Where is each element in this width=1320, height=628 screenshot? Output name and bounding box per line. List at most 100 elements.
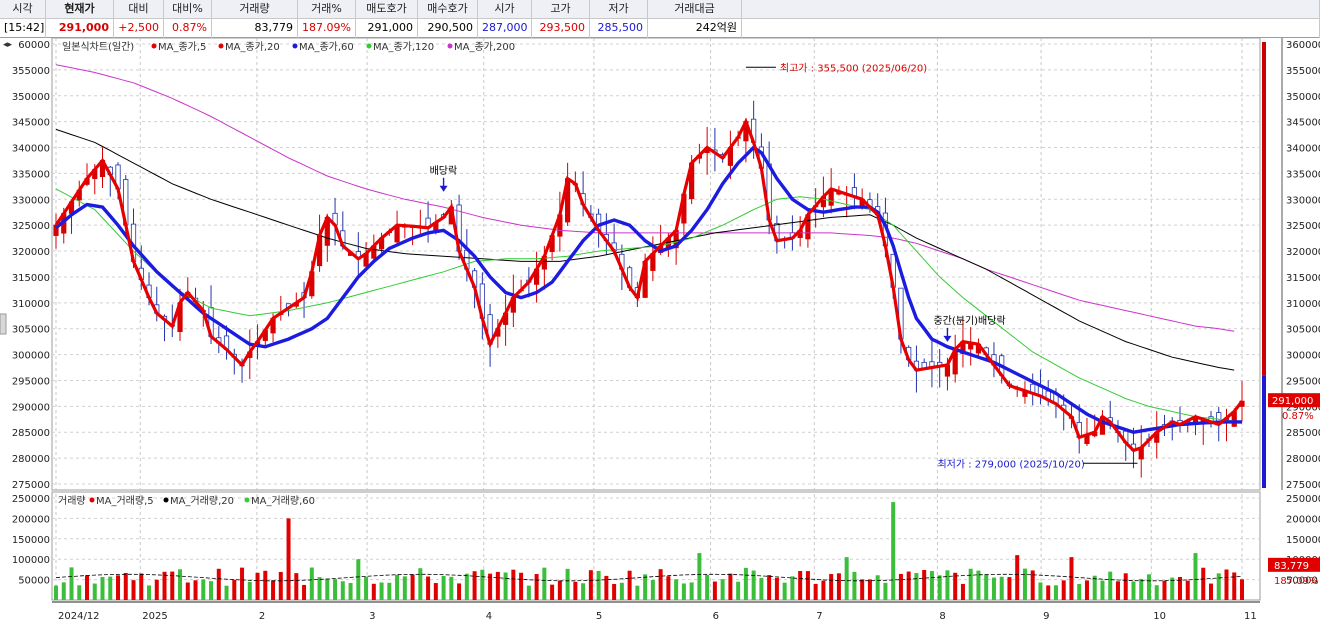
volume-bar [356,559,361,600]
volume-bar [449,576,454,600]
volume-bar [418,568,423,600]
volume-bar [960,583,965,600]
volume-bar [116,575,121,600]
volume-bar [883,582,888,600]
quote-value: 291,000 [58,21,109,34]
volume-bar [278,571,283,600]
quote-value: 242억원 [695,21,737,34]
volume-bar [1185,580,1190,600]
volume-bar [1100,580,1105,600]
quote-col-2: 대비 +2,500 [114,0,164,38]
volume-bar [627,570,632,600]
legend-label: MA_종가,60 [299,41,354,53]
legend-label: MA_종가,5 [158,41,206,53]
y-tick-left: 60000 [18,40,50,51]
volume-bar [123,572,128,600]
y-tick-left: 305000 [12,325,50,336]
quote-header: 대비% [164,0,211,19]
y-tick-left: 290000 [12,402,50,413]
quote-col-1: 현재가 291,000 [46,0,114,38]
legend-label: MA_종가,20 [225,41,280,53]
legend-swatch [447,43,453,49]
volume-bar [805,571,810,600]
y-tick-right: 335000 [1286,169,1320,180]
volume-bar [829,574,834,600]
volume-bar [991,577,996,600]
volume-bar [875,575,880,600]
volume-bar [348,582,353,600]
x-tick-label: 3 [369,611,375,622]
volume-bar [247,581,252,600]
quote-value: 291,000 [367,21,414,34]
volume-bar [54,585,58,600]
y-tick-right: 325000 [1286,221,1320,232]
volume-bar [77,585,82,600]
volume-bar [565,568,570,600]
volume-bar [1108,571,1113,600]
quote-header: 거래량 [212,0,297,19]
volume-bar [154,579,159,600]
volume-chart-title: 거래량 [58,495,86,507]
volume-bar [1053,585,1058,600]
volume-bar [705,574,710,600]
volume-bar [1240,579,1244,600]
volume-bar [100,577,105,600]
volume-bar [108,576,113,600]
vol-tick-right: 200000 [1286,514,1320,525]
last-price-pct: 0.87% [1282,411,1314,422]
volume-bar [193,580,198,600]
annotation-low: 최저가 : 279,000 (2025/10/20) [937,458,1084,470]
volume-bar [1061,580,1066,600]
quote-value: 0.87% [172,21,207,34]
volume-bar [410,574,415,600]
volume-bar [689,582,694,600]
volume-bar [573,581,578,600]
volume-bar [937,575,942,600]
quote-table: 시각 [15:42] 현재가 291,000 대비 +2,500 대비% 0.87% 거래량 83… [0,0,1320,38]
x-tick-label: 4 [486,611,492,622]
volume-bar [844,557,849,600]
volume-bar [1092,575,1097,600]
quote-value: 287,000 [482,21,528,34]
volume-bar [495,571,500,600]
legend-label: MA_거래량,20 [170,495,234,507]
last-volume-pct: 187.09% [1274,576,1319,587]
volume-bar [588,570,593,600]
vol-tick-left: 50000 [18,576,50,587]
volume-bar [1038,582,1043,600]
y-tick-left: 295000 [12,376,50,387]
vol-tick-left: 150000 [12,535,50,546]
volume-bar [728,573,733,600]
volume-bar [643,574,648,600]
volume-bar [891,502,896,600]
volume-bar [1015,555,1020,600]
chart-area[interactable]: ◂▸27500027500028000028000028500028500029… [0,37,1320,625]
volume-bar [906,571,911,600]
y-tick-right: 280000 [1286,454,1320,465]
quote-col-11: 거래대금 242억원 [648,0,742,38]
y-tick-left: 275000 [12,480,50,491]
y-tick-left: 345000 [12,118,50,129]
volume-bar [697,553,702,600]
y-tick-left: 330000 [12,195,50,206]
volume-bar [526,585,531,600]
volume-bar [953,572,958,600]
volume-bar [945,570,950,600]
volume-bar [147,585,152,600]
volume-bar [441,575,446,600]
vol-tick-right: 250000 [1286,494,1320,505]
volume-bar [503,572,508,600]
vol-tick-left: 200000 [12,514,50,525]
legend-swatch [151,43,157,49]
volume-bar [185,582,190,600]
quote-col-4: 거래량 83,779 [212,0,298,38]
volume-bar [387,582,392,600]
y-tick-left: 300000 [12,351,50,362]
volume-bar [379,582,384,600]
y-tick-right: 320000 [1286,247,1320,258]
volume-bar [635,585,640,600]
volume-bar [658,569,663,600]
chart-svg[interactable]: ◂▸27500027500028000028000028500028500029… [0,37,1320,625]
y-tick-right: 355000 [1286,66,1320,77]
volume-bar [263,570,268,600]
